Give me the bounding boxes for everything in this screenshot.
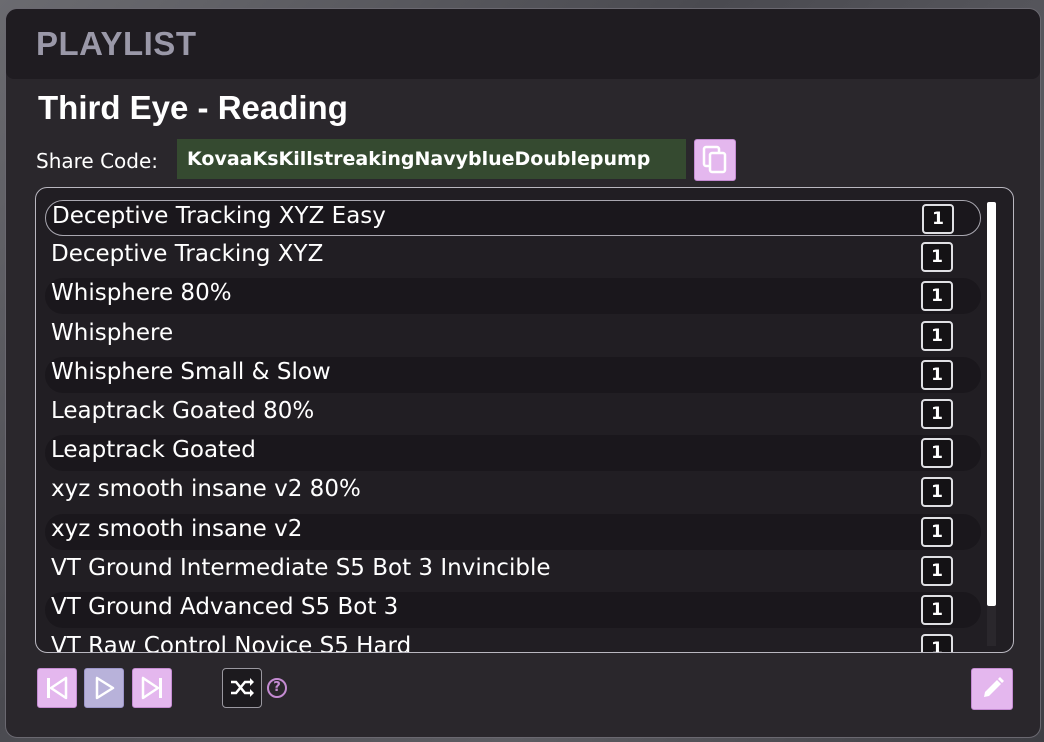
edit-playlist-button[interactable] [971, 668, 1013, 710]
scenario-row[interactable]: VT Ground Advanced S5 Bot 3 1 [45, 592, 981, 628]
scenario-name: Leaptrack Goated 80% [51, 398, 315, 424]
scrollbar-thumb[interactable] [987, 202, 996, 606]
scenario-row[interactable]: Deceptive Tracking XYZ Easy 1 [45, 200, 981, 236]
scenario-row[interactable]: VT Ground Intermediate S5 Bot 3 Invincib… [45, 553, 981, 589]
scrollbar-track[interactable] [987, 606, 996, 646]
play-button[interactable] [84, 668, 124, 708]
scenario-name: Deceptive Tracking XYZ Easy [52, 203, 386, 229]
scenario-name: Whisphere [51, 319, 174, 346]
scenario-row[interactable]: Whisphere 80% 1 [45, 278, 981, 315]
scenario-row[interactable]: xyz smooth insane v2 80% 1 [45, 474, 981, 510]
play-icon [85, 669, 123, 707]
scenario-row[interactable]: Leaptrack Goated 80% 1 [45, 396, 981, 432]
scenario-count[interactable]: 1 [921, 477, 953, 508]
scenario-name: xyz smooth insane v2 80% [51, 476, 361, 503]
playlist-panel: PLAYLIST Third Eye - Reading Share Code:… [5, 8, 1041, 738]
skip-back-icon [38, 669, 76, 707]
scenario-count[interactable]: 1 [921, 634, 953, 652]
scenario-name: Whisphere Small & Slow [51, 358, 331, 385]
scenario-row[interactable]: Leaptrack Goated 1 [45, 435, 981, 472]
scenario-count[interactable]: 1 [921, 516, 953, 547]
shuffle-icon [223, 669, 261, 706]
share-code-label: Share Code: [36, 149, 159, 173]
scenario-row[interactable]: Whisphere Small & Slow 1 [45, 356, 981, 393]
scenario-row[interactable]: xyz smooth insane v2 1 [45, 513, 981, 550]
scenario-name: VT Ground Intermediate S5 Bot 3 Invincib… [51, 554, 551, 581]
share-code-value[interactable]: KovaaKsKillstreakingNavyblueDoublepump [177, 139, 686, 179]
pencil-icon [972, 669, 1012, 709]
scenario-row[interactable]: Whisphere 1 [45, 318, 981, 354]
scenario-count[interactable]: 1 [921, 320, 953, 351]
scenario-count[interactable]: 1 [922, 204, 954, 234]
scenario-row[interactable]: VT Raw Control Novice S5 Hard 1 [45, 631, 981, 653]
scenario-name: Whisphere 80% [51, 280, 232, 307]
scenario-name: Leaptrack Goated [51, 437, 256, 464]
scenario-name: Deceptive Tracking XYZ [51, 241, 324, 268]
copy-icon [695, 140, 735, 180]
scenario-name: VT Raw Control Novice S5 Hard [51, 633, 412, 653]
scenario-count[interactable]: 1 [921, 399, 953, 429]
help-icon[interactable]: ? [267, 678, 287, 698]
scenario-list[interactable]: Deceptive Tracking XYZ Easy 1 Deceptive Tr… [35, 187, 1014, 653]
scenario-count[interactable]: 1 [921, 359, 953, 390]
scenario-name: xyz smooth insane v2 [51, 515, 303, 542]
scenario-count[interactable]: 1 [921, 438, 953, 469]
scenario-count[interactable]: 1 [921, 555, 953, 586]
scenario-count[interactable]: 1 [921, 242, 953, 273]
panel-header: PLAYLIST [6, 9, 1040, 79]
scenario-count[interactable]: 1 [921, 595, 953, 625]
copy-share-code-button[interactable] [694, 139, 736, 181]
next-button[interactable] [132, 668, 172, 708]
scenario-name: VT Ground Advanced S5 Bot 3 [51, 594, 399, 620]
playlist-name: Third Eye - Reading [38, 89, 348, 126]
skip-forward-icon [133, 669, 171, 707]
panel-title: PLAYLIST [36, 25, 197, 62]
scenario-count[interactable]: 1 [921, 281, 953, 312]
scenario-row[interactable]: Deceptive Tracking XYZ 1 [45, 239, 981, 275]
shuffle-button[interactable] [222, 668, 262, 708]
previous-button[interactable] [37, 668, 77, 708]
